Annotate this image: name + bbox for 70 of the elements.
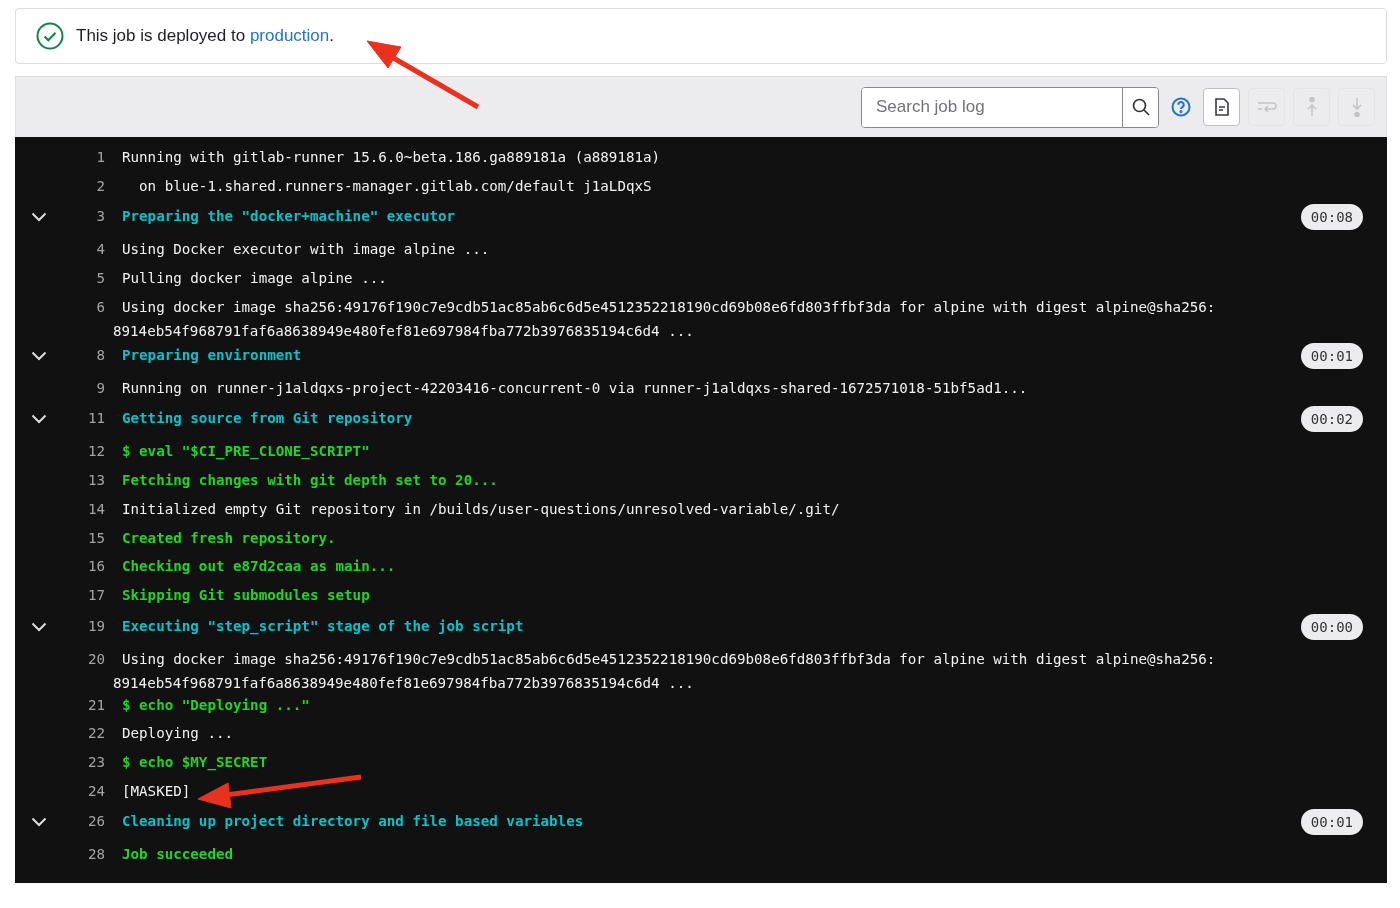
log-line: Pulling docker image alpine ... <box>122 269 387 289</box>
help-icon <box>1171 97 1191 117</box>
log-line: Skipping Git submodules setup <box>122 585 370 605</box>
log-line: Checking out e87d2caa as main... <box>122 557 396 577</box>
log-line: Using docker image sha256:49176f190c7e9cdb51ac85ab6c6d5e4512352218190cd69b08e6fd803ffbf3da for alpine with digest alpine@sha256: <box>122 649 1216 669</box>
line-number: 26 <box>86 812 105 832</box>
log-line: 8914eb54f968791faf6a8638949e480fef81e697984fba772b3976835194c6d4 ... <box>113 321 694 341</box>
section-title: Preparing the "docker+machine" executor <box>122 207 456 227</box>
chevron-icon <box>31 817 47 828</box>
line-number: 13 <box>86 471 105 491</box>
raw-log-button[interactable] <box>1203 88 1240 126</box>
log-line: Initialized empty Git repository in /builds/user-questions/unresolved-variable/.git/ <box>122 499 840 519</box>
line-number: 15 <box>86 528 105 548</box>
log-line: 8914eb54f968791faf6a8638949e480fef81e697984fba772b3976835194c6d4 ... <box>113 673 694 693</box>
line-number: 17 <box>86 585 105 605</box>
line-number: 4 <box>95 240 105 260</box>
section-title: Cleaning up project directory and file based variables <box>122 812 584 832</box>
duration-badge: 00:02 <box>1300 406 1363 433</box>
log-line: Running on runner-j1aldqxs-project-42203416-concurrent-0 via runner-j1aldqxs-shared-1672571018-51bf5ad1... <box>122 378 1028 398</box>
line-number: 20 <box>86 649 105 669</box>
log-line: Job succeeded <box>122 845 234 865</box>
line-number: 11 <box>86 409 105 429</box>
chevron-icon <box>31 414 47 425</box>
search-icon <box>1131 98 1150 116</box>
line-number: 24 <box>86 781 105 801</box>
log-line: Using docker image sha256:49176f190c7e9cdb51ac85ab6c6d5e4512352218190cd69b08e6fd803ffbf3da for alpine with digest alpine@sha256: <box>122 297 1216 317</box>
line-number: 19 <box>86 616 105 636</box>
text-wrap-icon <box>1256 101 1277 113</box>
log-line: [MASKED] <box>122 781 191 801</box>
document-icon <box>1213 98 1230 116</box>
chevron-icon <box>31 621 47 632</box>
log-line: $ echo "Deploying ..." <box>122 695 310 715</box>
line-number: 5 <box>95 269 105 289</box>
line-number: 16 <box>86 557 105 577</box>
line-number: 12 <box>86 442 105 462</box>
chevron-icon <box>31 350 47 361</box>
line-number: 8 <box>95 345 105 365</box>
section-title: Executing "step_script" stage of the job script <box>122 616 524 636</box>
line-number: 21 <box>86 695 105 715</box>
section-title: Getting source from Git repository <box>122 409 413 429</box>
line-number: 28 <box>86 845 105 865</box>
log-line: Fetching changes with git depth set to 20... <box>122 471 498 491</box>
environment-link[interactable]: production <box>249 26 330 45</box>
line-number: 23 <box>86 752 105 772</box>
line-number: 9 <box>95 378 105 398</box>
line-number: 14 <box>86 499 105 519</box>
duration-badge: 00:00 <box>1300 613 1363 640</box>
duration-badge: 00:01 <box>1300 342 1363 369</box>
line-number: 22 <box>86 724 105 744</box>
arrow-up-icon <box>1306 97 1317 117</box>
check-circle-icon <box>36 22 64 50</box>
log-line: Created fresh repository. <box>122 528 336 548</box>
line-number: 3 <box>95 207 105 227</box>
log-line: $ eval "$CI_PRE_CLONE_SCRIPT" <box>122 442 370 462</box>
log-line: on blue-1.shared.runners-manager.gitlab.com/default j1aLDqxS <box>138 176 652 196</box>
duration-badge: 00:01 <box>1300 809 1363 836</box>
search-field[interactable]: Search job log <box>861 86 1159 128</box>
line-number: 2 <box>95 176 105 196</box>
chevron-icon <box>31 212 47 223</box>
section-title: Preparing environment <box>122 345 302 365</box>
log-line: Running with gitlab-runner 15.6.0~beta.186.ga889181a (a889181a) <box>122 148 661 167</box>
deployment-message: This job is deployed to production. <box>76 26 334 46</box>
search-button[interactable] <box>1122 87 1158 127</box>
log-line: $ echo $MY_SECRET <box>122 752 268 772</box>
log-line: Using Docker executor with image alpine ... <box>122 240 490 260</box>
duration-badge: 00:08 <box>1300 204 1363 231</box>
line-number: 6 <box>95 297 105 317</box>
log-line: Deploying ... <box>122 724 234 744</box>
line-number: 1 <box>95 148 105 167</box>
arrow-down-icon <box>1351 97 1362 117</box>
